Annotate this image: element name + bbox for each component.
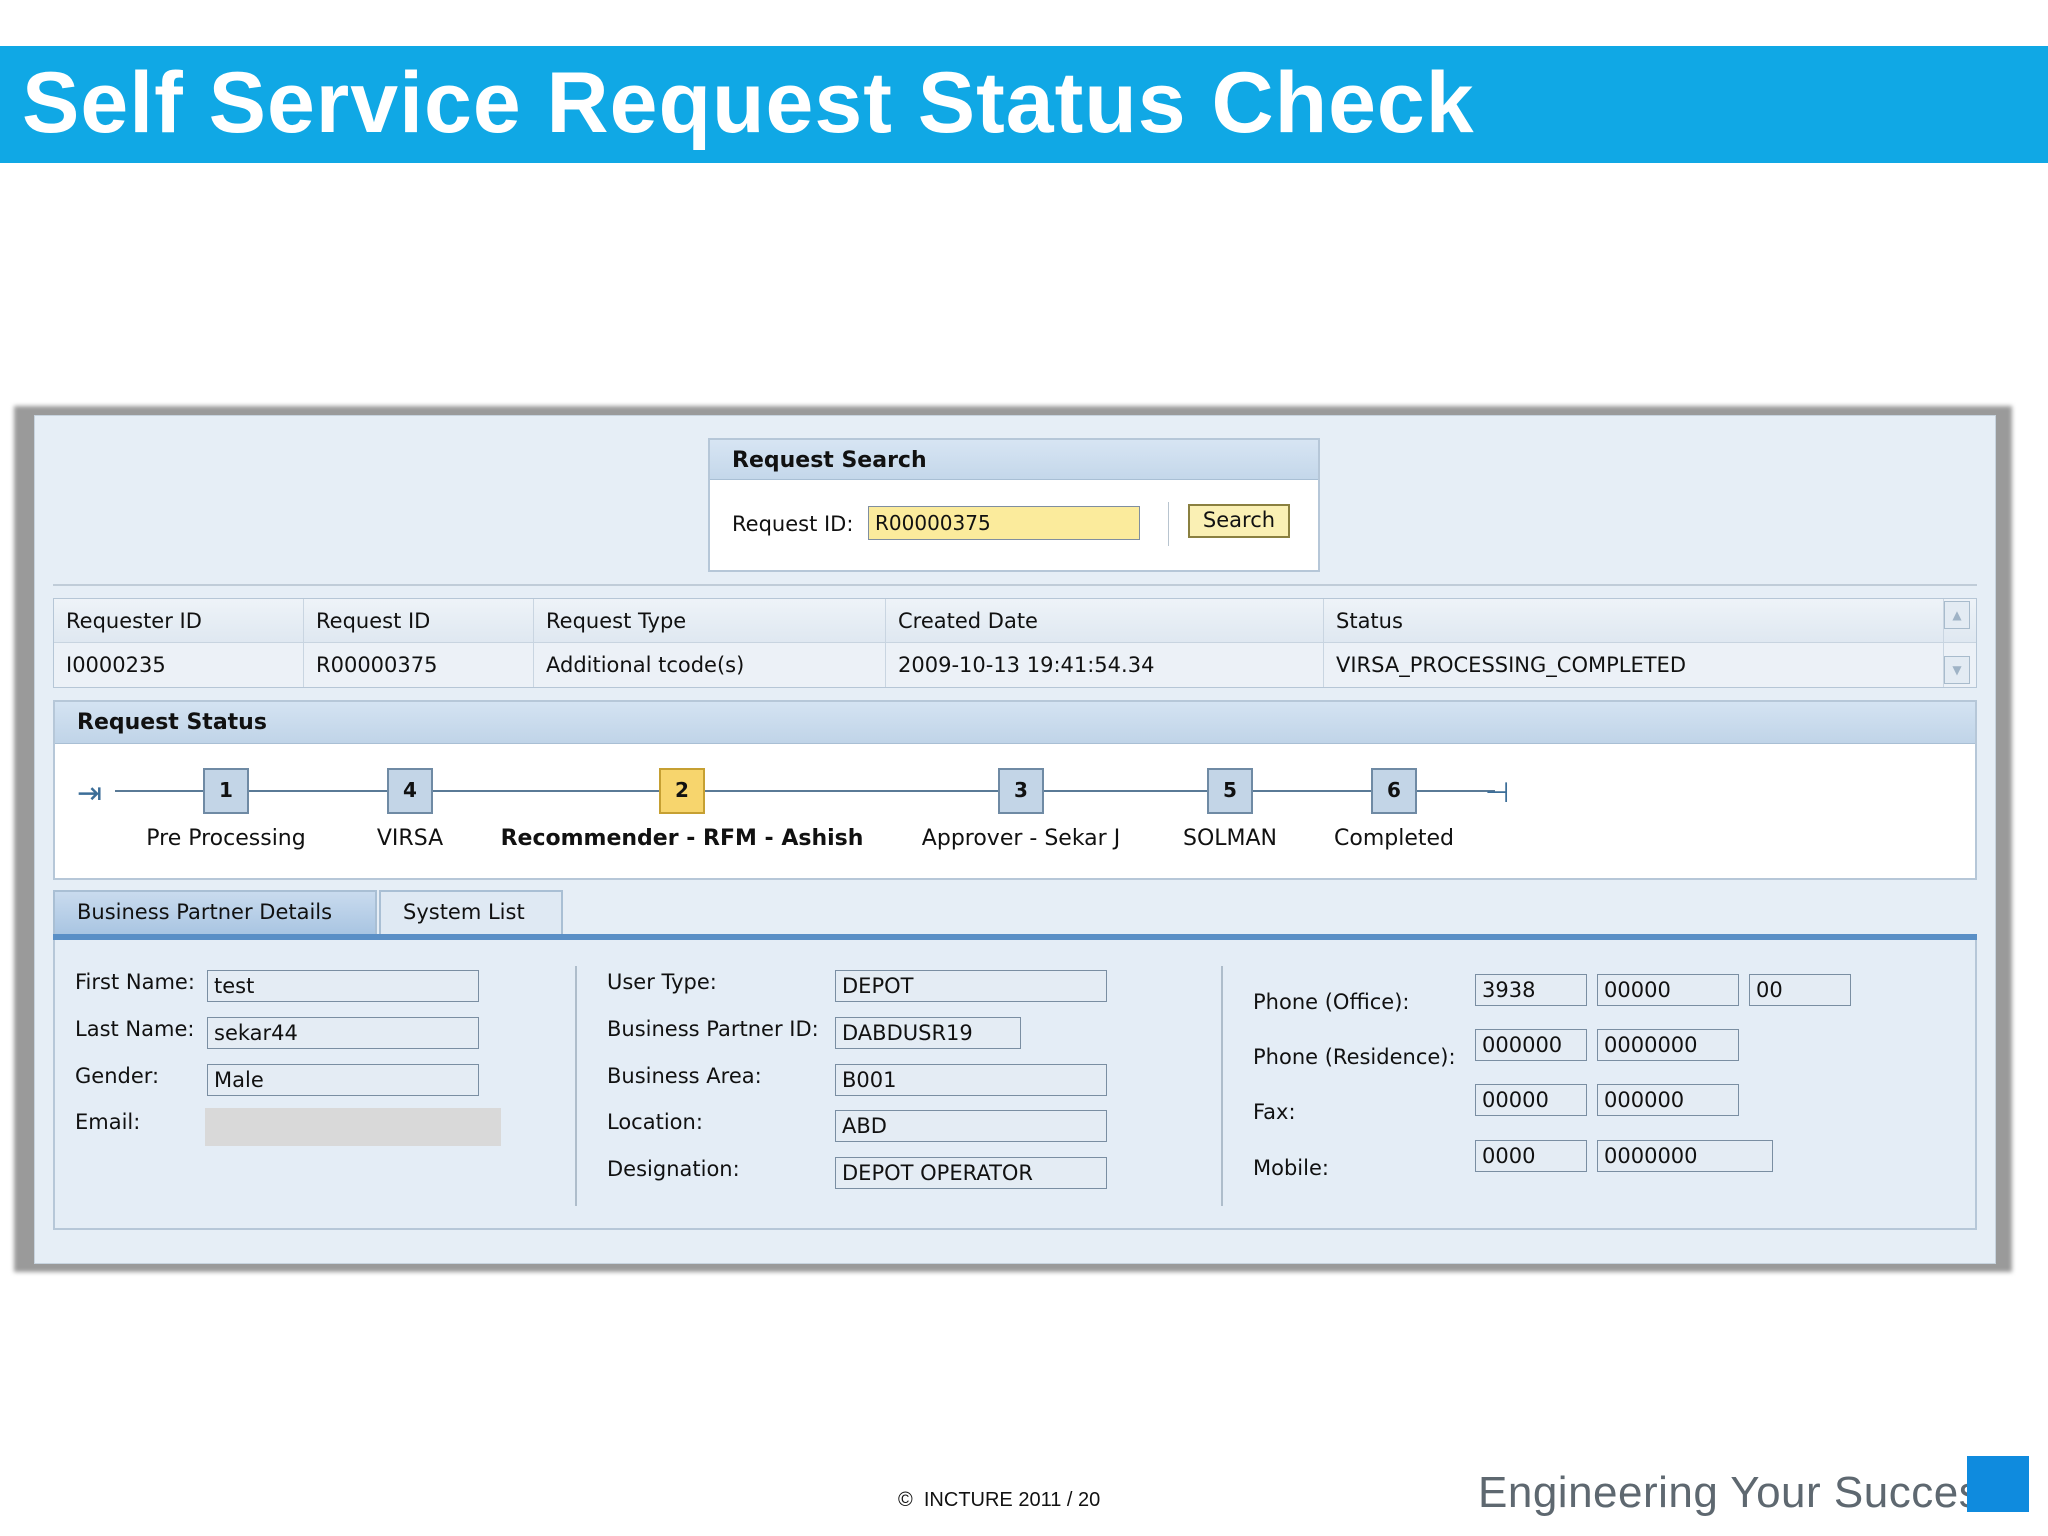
first-name-label: First Name: xyxy=(75,970,195,994)
copyright-text: INCTURE 2011 / 20 xyxy=(923,1489,1101,1511)
search-divider xyxy=(1168,502,1169,546)
search-button[interactable]: Search xyxy=(1188,504,1290,538)
gender-label: Gender: xyxy=(75,1064,160,1088)
roadmap-start-icon: ⇥ xyxy=(77,776,103,811)
cell-created-date: 2009-10-13 19:41:54.34 xyxy=(886,643,1324,687)
location-label: Location: xyxy=(607,1110,703,1134)
step-2-box[interactable]: 2 xyxy=(659,768,705,814)
request-search-title: Request Search xyxy=(710,440,1318,480)
scroll-up-icon[interactable]: ▲ xyxy=(1944,601,1970,629)
phone-residence-part2[interactable]: 0000000 xyxy=(1597,1029,1739,1061)
step-1-box[interactable]: 1 xyxy=(203,768,249,814)
phone-office-label: Phone (Office): xyxy=(1253,990,1410,1014)
last-name-field[interactable]: sekar44 xyxy=(207,1017,479,1049)
phone-office-part2[interactable]: 00000 xyxy=(1597,974,1739,1006)
step-4-box[interactable]: 4 xyxy=(387,768,433,814)
phone-office-part1[interactable]: 3938 xyxy=(1475,974,1587,1006)
step-6-label: Completed xyxy=(1334,826,1454,851)
table-scrollbar[interactable]: ▲ ▼ xyxy=(1944,601,1972,685)
fax-label: Fax: xyxy=(1253,1100,1296,1124)
business-area-label: Business Area: xyxy=(607,1064,762,1088)
step-4-label: VIRSA xyxy=(376,826,444,851)
roadmap-end-icon: ⊣ xyxy=(1485,776,1510,809)
fax-part2[interactable]: 000000 xyxy=(1597,1084,1739,1116)
copyright-icon: © xyxy=(898,1489,913,1511)
table-row[interactable]: I0000235 R00000375 Additional tcode(s) 2… xyxy=(54,643,1976,687)
step-5-label: SOLMAN xyxy=(1182,826,1278,851)
column-divider-2 xyxy=(1221,966,1223,1206)
step-3-label: Approver - Sekar J xyxy=(921,826,1121,851)
step-1-label: Pre Processing xyxy=(146,826,306,851)
column-header-request-type[interactable]: Request Type xyxy=(534,599,886,642)
designation-field[interactable]: DEPOT OPERATOR xyxy=(835,1157,1107,1189)
tab-business-partner-details[interactable]: Business Partner Details xyxy=(53,890,377,934)
scroll-down-icon[interactable]: ▼ xyxy=(1944,656,1970,684)
request-status-panel: Request Status ⇥ ⊣ 1 Pre Processing 4 VI… xyxy=(53,700,1977,880)
location-field[interactable]: ABD xyxy=(835,1110,1107,1142)
step-2-label: Recommender - RFM - Ashish xyxy=(500,826,864,851)
request-status-title: Request Status xyxy=(55,702,1975,744)
first-name-field[interactable]: test xyxy=(207,970,479,1002)
brand-square-icon xyxy=(1967,1456,2029,1512)
column-divider-1 xyxy=(575,966,577,1206)
business-partner-details-panel: First Name: test Last Name: sekar44 Gend… xyxy=(53,940,1977,1230)
cell-status: VIRSA_PROCESSING_COMPLETED xyxy=(1324,643,1944,687)
roadmap-line xyxy=(115,790,1495,792)
cell-request-type: Additional tcode(s) xyxy=(534,643,886,687)
mobile-part1[interactable]: 0000 xyxy=(1475,1140,1587,1172)
phone-residence-part1[interactable]: 000000 xyxy=(1475,1029,1587,1061)
column-header-request-id[interactable]: Request ID xyxy=(304,599,534,642)
business-area-field[interactable]: B001 xyxy=(835,1064,1107,1096)
request-id-input[interactable]: R00000375 xyxy=(868,506,1140,540)
column-header-requester-id[interactable]: Requester ID xyxy=(54,599,304,642)
slide-title: Self Service Request Status Check xyxy=(22,55,1475,151)
step-6-box[interactable]: 6 xyxy=(1371,768,1417,814)
business-partner-id-field[interactable]: DABDUSR19 xyxy=(835,1017,1021,1049)
tab-system-list[interactable]: System List xyxy=(379,890,563,934)
section-divider xyxy=(53,584,1977,586)
cell-request-id: R00000375 xyxy=(304,643,534,687)
last-name-label: Last Name: xyxy=(75,1017,195,1041)
email-label: Email: xyxy=(75,1110,141,1134)
designation-label: Designation: xyxy=(607,1157,740,1181)
mobile-label: Mobile: xyxy=(1253,1156,1329,1180)
column-header-created-date[interactable]: Created Date xyxy=(886,599,1324,642)
step-5-box[interactable]: 5 xyxy=(1207,768,1253,814)
table-header-row: Requester ID Request ID Request Type Cre… xyxy=(54,599,1976,643)
status-roadmap: ⇥ ⊣ 1 Pre Processing 4 VIRSA 2 Recommend… xyxy=(55,746,1975,876)
step-3-box[interactable]: 3 xyxy=(998,768,1044,814)
footer-copyright: © INCTURE 2011 / 20 xyxy=(898,1489,1100,1512)
slide-header-bar: Self Service Request Status Check xyxy=(0,46,2048,163)
fax-part1[interactable]: 00000 xyxy=(1475,1084,1587,1116)
user-type-label: User Type: xyxy=(607,970,717,994)
user-type-field[interactable]: DEPOT xyxy=(835,970,1107,1002)
gender-field[interactable]: Male xyxy=(207,1064,479,1096)
email-field[interactable] xyxy=(205,1108,501,1146)
cell-requester-id: I0000235 xyxy=(54,643,304,687)
phone-residence-label: Phone (Residence): xyxy=(1253,1045,1456,1069)
request-id-label: Request ID: xyxy=(732,512,854,536)
footer-tagline: Engineering Your Success xyxy=(1478,1468,2004,1517)
column-header-status[interactable]: Status xyxy=(1324,599,1944,642)
request-search-panel: Request Search Request ID: R00000375 Sea… xyxy=(708,438,1320,572)
business-partner-id-label: Business Partner ID: xyxy=(607,1017,819,1041)
mobile-part2[interactable]: 0000000 xyxy=(1597,1140,1773,1172)
results-table: Requester ID Request ID Request Type Cre… xyxy=(53,598,1977,688)
phone-office-part3[interactable]: 00 xyxy=(1749,974,1851,1006)
screenshot-panel: Request Search Request ID: R00000375 Sea… xyxy=(34,415,1996,1264)
